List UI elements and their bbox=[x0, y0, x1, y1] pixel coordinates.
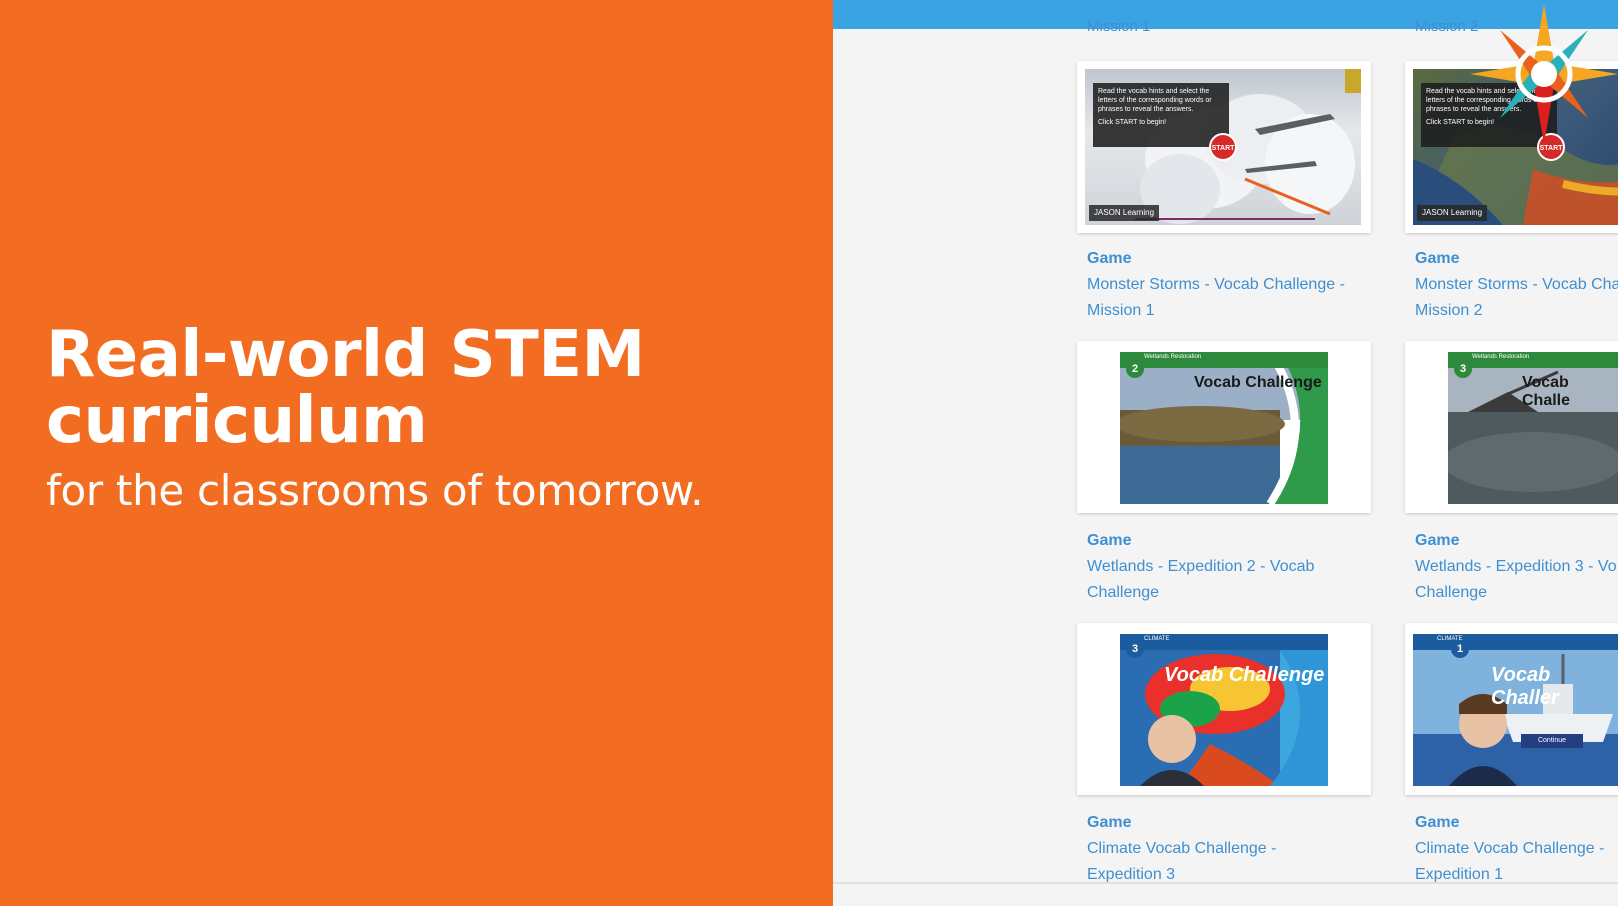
card-type-label: Game bbox=[1415, 250, 1460, 267]
expedition-number-badge: 3 bbox=[1126, 640, 1144, 658]
thumbnail-heading: Vocab Challer bbox=[1491, 664, 1559, 709]
card-type-label: Game bbox=[1087, 814, 1132, 831]
thumbnail-image: CLIMATE 1 Vocab Challer Continue bbox=[1413, 634, 1618, 786]
jason-learning-logo: JASON Learning bbox=[1417, 205, 1488, 221]
instructions-box: Read the vocab hints and select the lett… bbox=[1093, 83, 1229, 147]
card-type-label: Game bbox=[1415, 532, 1460, 549]
thumbnail-heading: Vocab Challenge bbox=[1194, 374, 1322, 391]
thumbnail-image: CLIMATE 3 Vocab Challenge bbox=[1120, 634, 1328, 786]
card-title-link[interactable]: Climate Vocab Challenge - Expedition 3 bbox=[1087, 836, 1387, 888]
continue-button: Continue bbox=[1521, 734, 1583, 748]
card-meta-monster-storms-2: Game Monster Storms - Vocab Cha Mission … bbox=[1415, 246, 1618, 324]
card-meta-wetlands-2: Game Wetlands - Expedition 2 - Vocab Cha… bbox=[1087, 528, 1387, 606]
thumbnail-image: Wetlands Restoration 2 Vocab Challenge bbox=[1120, 352, 1328, 504]
card-title-link[interactable]: Climate Vocab Challenge - Expedition 1 bbox=[1415, 836, 1618, 888]
card-type-label: Game bbox=[1087, 250, 1132, 267]
banner-text: CLIMATE bbox=[1144, 636, 1170, 642]
banner-text: Wetlands Restoration bbox=[1144, 354, 1202, 360]
promo-headline: Real-world STEM curriculum bbox=[46, 322, 645, 454]
card-thumbnail-climate-1[interactable]: CLIMATE 1 Vocab Challer Continue bbox=[1405, 623, 1618, 795]
card-type-label: Game bbox=[1087, 532, 1132, 549]
banner-strip: CLIMATE bbox=[1413, 634, 1618, 650]
card-thumbnail-climate-3[interactable]: CLIMATE 3 Vocab Challenge bbox=[1077, 623, 1371, 795]
card-thumbnail-wetlands-3[interactable]: Wetlands Restoration 3 Vocab Challe bbox=[1405, 341, 1618, 513]
thumbnail-heading: Vocab Challenge bbox=[1164, 664, 1325, 686]
start-button: START bbox=[1209, 133, 1237, 161]
card-meta-climate-3: Game Climate Vocab Challenge - Expeditio… bbox=[1087, 810, 1387, 888]
jason-learning-logo: JASON Learning bbox=[1089, 205, 1160, 221]
climate-scientist-illustration bbox=[1120, 650, 1328, 786]
banner-text: Wetlands Restoration bbox=[1472, 354, 1530, 360]
card-title-link[interactable]: Wetlands - Expedition 3 - Vo Challenge bbox=[1415, 554, 1618, 606]
promo-subheadline: for the classrooms of tomorrow. bbox=[46, 466, 704, 515]
cutoff-title-1[interactable]: Mission 1 bbox=[1087, 16, 1150, 38]
card-thumbnail-wetlands-2[interactable]: Wetlands Restoration 2 Vocab Challenge bbox=[1077, 341, 1371, 513]
expedition-number-badge: 1 bbox=[1451, 640, 1469, 658]
card-meta-monster-storms-1: Game Monster Storms - Vocab Challenge - … bbox=[1087, 246, 1387, 324]
card-thumbnail-monster-storms-1[interactable]: Read the vocab hints and select the lett… bbox=[1077, 61, 1371, 233]
research-vessel-illustration bbox=[1413, 650, 1618, 786]
card-title-link[interactable]: Monster Storms - Vocab Cha Mission 2 bbox=[1415, 272, 1618, 324]
card-meta-climate-1: Game Climate Vocab Challenge - Expeditio… bbox=[1415, 810, 1618, 888]
card-meta-wetlands-3: Game Wetlands - Expedition 3 - Vo Challe… bbox=[1415, 528, 1618, 606]
thumbnail-image: Wetlands Restoration 3 Vocab Challe bbox=[1448, 352, 1618, 504]
expedition-number-badge: 2 bbox=[1126, 360, 1144, 378]
cutoff-title-2[interactable]: Mission 2 bbox=[1415, 16, 1478, 38]
banner-strip: CLIMATE bbox=[1120, 634, 1328, 650]
list-divider bbox=[833, 882, 1618, 884]
expedition-number-badge: 3 bbox=[1454, 360, 1472, 378]
instructions-hint: Click START to begin! bbox=[1098, 119, 1167, 126]
thumbnail-image: Read the vocab hints and select the lett… bbox=[1085, 69, 1361, 225]
compass-star-logo-icon bbox=[1470, 4, 1618, 144]
card-title-link[interactable]: Monster Storms - Vocab Challenge - Missi… bbox=[1087, 272, 1387, 324]
card-type-label: Game bbox=[1415, 814, 1460, 831]
thumbnail-heading: Vocab Challe bbox=[1522, 374, 1571, 409]
banner-strip: Wetlands Restoration bbox=[1120, 352, 1328, 368]
headline-line-2: curriculum bbox=[46, 384, 428, 458]
headline-line-1: Real-world STEM bbox=[46, 318, 645, 392]
instructions-text: Read the vocab hints and select the lett… bbox=[1098, 88, 1212, 113]
banner-strip: Wetlands Restoration bbox=[1448, 352, 1618, 368]
promo-panel: Real-world STEM curriculum for the class… bbox=[0, 0, 833, 906]
card-title-link[interactable]: Wetlands - Expedition 2 - Vocab Challeng… bbox=[1087, 554, 1387, 606]
